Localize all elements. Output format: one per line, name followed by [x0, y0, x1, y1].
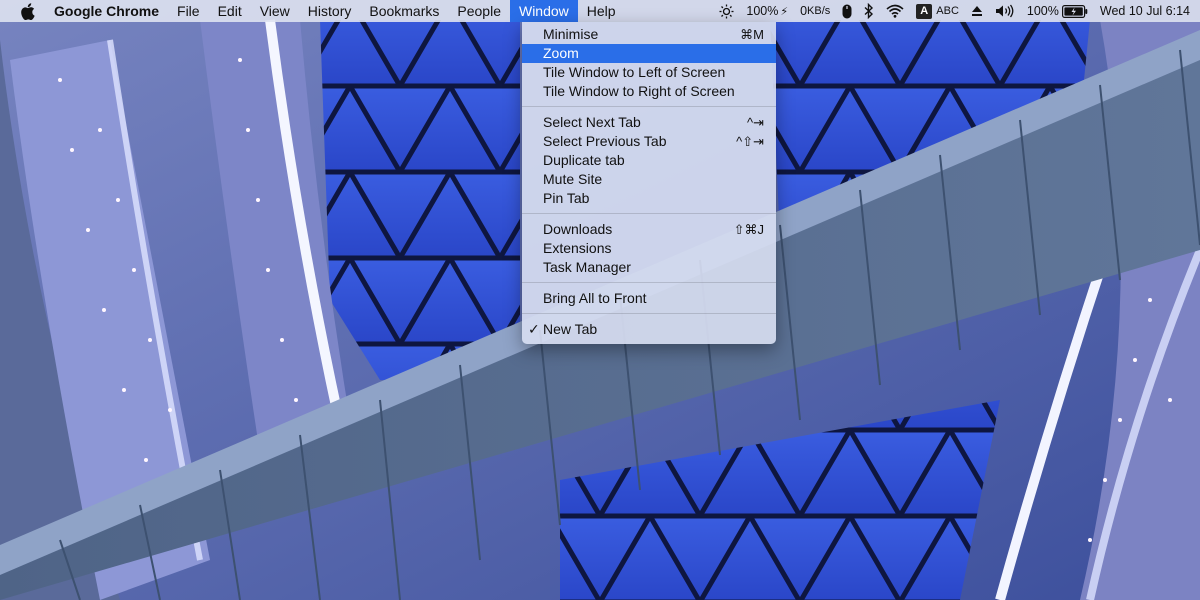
menu-item-select-previous-tab[interactable]: Select Previous Tab ^⇧⇥: [522, 132, 776, 151]
brightness-sun-icon: [719, 4, 734, 18]
menu-item-zoom[interactable]: Zoom: [522, 44, 776, 63]
menu-separator: [522, 106, 776, 107]
menu-item-label: Pin Tab: [543, 190, 590, 206]
volume-icon: [995, 4, 1014, 18]
menu-item-label: Select Previous Tab: [543, 133, 667, 149]
bluetooth-icon: [864, 3, 874, 19]
menu-item-downloads[interactable]: Downloads ⇧⌘J: [522, 220, 776, 239]
keyboard-shortcut: ^⇧⇥: [736, 134, 764, 149]
keyboard-shortcut: ⇧⌘J: [733, 222, 764, 237]
keyboard-shortcut: ⌘M: [740, 27, 764, 42]
battery-status[interactable]: 100%: [1021, 0, 1094, 22]
mouse-icon: [842, 4, 852, 18]
menu-window[interactable]: Window: [509, 0, 578, 22]
menu-people[interactable]: People: [448, 0, 510, 22]
menu-item-label: Tile Window to Left of Screen: [543, 64, 726, 80]
menu-item-label: Zoom: [543, 45, 579, 61]
menu-item-new-tab[interactable]: ✓ New Tab: [522, 320, 776, 339]
window-dropdown-menu: Minimise ⌘M Zoom Tile Window to Left of Scr…: [522, 22, 776, 344]
apple-logo-icon: [20, 2, 35, 20]
menu-item-label: Mute Site: [543, 171, 603, 187]
menu-item-tile-window-to-left-of-screen[interactable]: Tile Window to Left of Screen: [522, 63, 776, 82]
menu-item-label: New Tab: [543, 321, 598, 337]
apple-menu[interactable]: [16, 0, 38, 22]
lightning-icon: ⚡: [780, 5, 789, 18]
menu-separator: [522, 213, 776, 214]
brightness-value: 100%: [746, 4, 779, 18]
menu-separator: [522, 282, 776, 283]
menu-item-task-manager[interactable]: Task Manager: [522, 258, 776, 277]
network-speed[interactable]: 0 KB/s: [794, 0, 836, 22]
menu-item-label: Downloads: [543, 221, 613, 237]
menu-history[interactable]: History: [299, 0, 361, 22]
menu-item-tile-window-to-right-of-screen[interactable]: Tile Window to Right of Screen: [522, 82, 776, 101]
menu-item-label: Select Next Tab: [543, 114, 641, 130]
eject-status[interactable]: [965, 0, 989, 22]
menu-item-select-next-tab[interactable]: Select Next Tab ^⇥: [522, 113, 776, 132]
bluetooth-status[interactable]: [858, 0, 880, 22]
net-speed-unit: KB/s: [807, 5, 831, 17]
wifi-icon: [886, 4, 904, 18]
menu-help[interactable]: Help: [578, 0, 625, 22]
input-source[interactable]: A ABC: [910, 0, 965, 22]
input-source-label: ABC: [936, 5, 959, 17]
app-menu-google-chrome[interactable]: Google Chrome: [50, 0, 168, 22]
menu-item-label: Duplicate tab: [543, 152, 625, 168]
status-area: 100% ⚡ 0 KB/s A ABC 100% Wed 10 Jul 6:14: [713, 0, 1200, 22]
menu-item-label: Extensions: [543, 240, 612, 256]
eject-icon: [971, 6, 982, 16]
menu-view[interactable]: View: [251, 0, 299, 22]
menu-item-label: Tile Window to Right of Screen: [543, 83, 735, 99]
menu-item-pin-tab[interactable]: Pin Tab: [522, 189, 776, 208]
menu-bar: Google Chrome File Edit View History Boo…: [0, 0, 1200, 22]
menu-item-label: Minimise: [543, 26, 599, 42]
menu-item-label: Bring All to Front: [543, 290, 647, 306]
battery-percent: 100%: [1026, 4, 1059, 18]
charge-status[interactable]: 100% ⚡: [740, 0, 794, 22]
menu-item-minimise[interactable]: Minimise ⌘M: [522, 25, 776, 44]
menu-item-extensions[interactable]: Extensions: [522, 239, 776, 258]
menu-separator: [522, 313, 776, 314]
menu-item-bring-all-to-front[interactable]: Bring All to Front: [522, 289, 776, 308]
wifi-status[interactable]: [880, 0, 910, 22]
checkmark-icon: ✓: [528, 321, 540, 337]
menu-item-mute-site[interactable]: Mute Site: [522, 170, 776, 189]
menu-edit[interactable]: Edit: [209, 0, 251, 22]
menu-item-duplicate-tab[interactable]: Duplicate tab: [522, 151, 776, 170]
keyboard-shortcut: ^⇥: [747, 115, 764, 130]
volume-status[interactable]: [989, 0, 1021, 22]
menu-file[interactable]: File: [168, 0, 209, 22]
mouse-status[interactable]: [836, 0, 858, 22]
input-source-badge: A: [916, 3, 933, 19]
battery-icon: [1061, 4, 1088, 18]
menu-item-label: Task Manager: [543, 259, 631, 275]
menu-bookmarks[interactable]: Bookmarks: [360, 0, 448, 22]
clock[interactable]: Wed 10 Jul 6:14: [1094, 0, 1200, 22]
brightness-status[interactable]: [713, 0, 740, 22]
net-speed-value: 0: [800, 4, 808, 18]
